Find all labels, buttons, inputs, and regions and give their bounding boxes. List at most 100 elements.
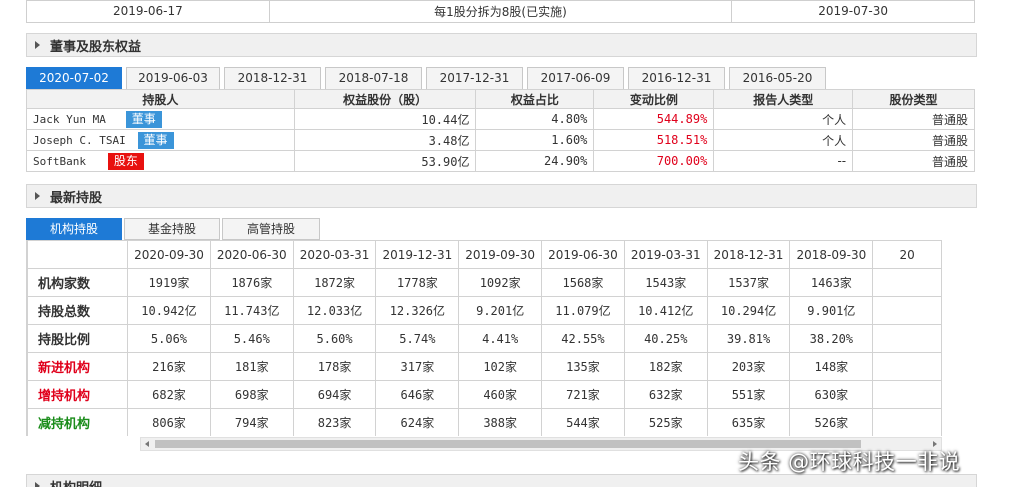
cell-value: 11.079亿 bbox=[541, 296, 625, 325]
col-header-date: 2019-12-31 bbox=[375, 240, 460, 269]
tab-date-3[interactable]: 2018-07-18 bbox=[325, 67, 422, 89]
split-end-date: 2019-07-30 bbox=[731, 0, 975, 23]
col-header: 权益占比 bbox=[475, 89, 595, 109]
cell-value: 12.033亿 bbox=[292, 296, 377, 325]
tab-date-2[interactable]: 2018-12-31 bbox=[224, 67, 321, 89]
cell-value: 40.25% bbox=[623, 324, 708, 353]
watermark: 头条 @环球科技一非说 bbox=[738, 450, 961, 474]
cell-value: 203家 bbox=[706, 352, 791, 381]
col-header-date: 2019-06-30 bbox=[541, 240, 625, 269]
shares-value: 3.48亿 bbox=[293, 129, 477, 151]
cell-value: 181家 bbox=[209, 352, 294, 381]
cell-value: 12.326亿 bbox=[375, 296, 460, 325]
split-detail: 每1股分拆为8股(已实施) bbox=[268, 0, 733, 23]
holder-cell: Joseph C. TSAI 董事 bbox=[26, 129, 295, 151]
cell-value: 135家 bbox=[541, 352, 625, 381]
col-header: 权益股份（股） bbox=[293, 89, 477, 109]
cell-value: 460家 bbox=[458, 380, 543, 409]
row-label: 持股比例 bbox=[27, 324, 129, 353]
table-row: 持股总数 10.942亿 11.743亿 12.033亿 12.326亿 9.201亿 11… bbox=[27, 296, 942, 325]
tab-date-7[interactable]: 2016-05-20 bbox=[729, 67, 826, 89]
cell-value: 317家 bbox=[375, 352, 460, 381]
table-row: 新进机构 216家 181家 178家 317家 102家 135家 182家 203家 148家 bbox=[27, 352, 942, 381]
split-date: 2019-06-17 bbox=[26, 0, 270, 23]
section-title: 最新持股 bbox=[50, 190, 103, 206]
col-header-date: 2020-09-30 bbox=[127, 240, 211, 269]
cell-value bbox=[872, 296, 942, 325]
tab-date-4[interactable]: 2017-12-31 bbox=[426, 67, 523, 89]
tab-date-6[interactable]: 2016-12-31 bbox=[628, 67, 725, 89]
cell-value: 823家 bbox=[292, 408, 377, 436]
cell-value: 526家 bbox=[789, 408, 874, 436]
holder-cell: SoftBank 股东 bbox=[26, 150, 295, 172]
role-badge: 董事 bbox=[125, 110, 162, 128]
row-label: 增持机构 bbox=[27, 380, 129, 409]
cell-value: 102家 bbox=[458, 352, 543, 381]
cell-value bbox=[872, 324, 942, 353]
cell-value: 1872家 bbox=[292, 268, 377, 297]
cell-value: 551家 bbox=[706, 380, 791, 409]
cell-value: 42.55% bbox=[541, 324, 625, 353]
cell-value bbox=[872, 380, 942, 409]
cell-value: 1919家 bbox=[127, 268, 211, 297]
cell-value: 216家 bbox=[127, 352, 211, 381]
row-label: 持股总数 bbox=[27, 296, 129, 325]
table-row: 增持机构 682家 698家 694家 646家 460家 721家 632家 551家 630家 bbox=[27, 380, 942, 409]
tab-date-0[interactable]: 2020-07-02 bbox=[26, 67, 122, 89]
reporter-type: -- bbox=[713, 150, 854, 172]
directors-section-header[interactable]: 董事及股东权益 bbox=[26, 33, 977, 57]
col-header: 股份类型 bbox=[852, 89, 975, 109]
cell-value: 178家 bbox=[292, 352, 377, 381]
table-row: 2019-06-17 每1股分拆为8股(已实施) 2019-07-30 bbox=[26, 0, 975, 23]
cell-value: 721家 bbox=[541, 380, 625, 409]
cell-value: 10.412亿 bbox=[623, 296, 708, 325]
tab-date-5[interactable]: 2017-06-09 bbox=[527, 67, 624, 89]
scroll-left-icon[interactable] bbox=[145, 441, 149, 447]
tab-institution-holding[interactable]: 机构持股 bbox=[26, 218, 122, 240]
holder-name[interactable]: Jack Yun MA bbox=[33, 113, 106, 126]
cell-value: 694家 bbox=[292, 380, 377, 409]
holder-name[interactable]: Joseph C. TSAI bbox=[33, 134, 126, 147]
cell-value: 1876家 bbox=[209, 268, 294, 297]
tab-fund-holding[interactable]: 基金持股 bbox=[124, 218, 220, 240]
cell-value: 11.743亿 bbox=[209, 296, 294, 325]
cell-value: 10.942亿 bbox=[127, 296, 211, 325]
col-header-date: 2019-03-31 bbox=[623, 240, 708, 269]
ratio-value: 24.90% bbox=[475, 150, 595, 172]
section-title: 董事及股东权益 bbox=[50, 39, 142, 55]
cell-value: 1463家 bbox=[789, 268, 874, 297]
col-header-date: 2020-06-30 bbox=[209, 240, 294, 269]
change-value: 700.00% bbox=[593, 150, 715, 172]
table-row: Jack Yun MA 董事 10.44亿 4.80% 544.89% 个人 普… bbox=[26, 108, 975, 130]
holder-name[interactable]: SoftBank bbox=[33, 155, 86, 168]
caret-right-icon bbox=[35, 41, 40, 49]
caret-right-icon bbox=[35, 482, 40, 487]
cell-value bbox=[872, 268, 942, 297]
table-row: 机构家数 1919家 1876家 1872家 1778家 1092家 1568家 1543家 1… bbox=[27, 268, 942, 297]
cell-value: 1778家 bbox=[375, 268, 460, 297]
cell-value: 635家 bbox=[706, 408, 791, 436]
shares-value: 10.44亿 bbox=[293, 108, 477, 130]
cell-value: 10.294亿 bbox=[706, 296, 791, 325]
cell-value: 39.81% bbox=[706, 324, 791, 353]
row-label: 机构家数 bbox=[27, 268, 129, 297]
table-row: SoftBank 股东 53.90亿 24.90% 700.00% -- 普通股 bbox=[26, 150, 975, 172]
share-type: 普通股 bbox=[852, 129, 975, 151]
col-header: 变动比例 bbox=[593, 89, 715, 109]
holdings-section-header[interactable]: 最新持股 bbox=[26, 184, 977, 208]
table-row: 减持机构 806家 794家 823家 624家 388家 544家 525家 635家 526家 bbox=[27, 408, 942, 436]
cell-value: 624家 bbox=[375, 408, 460, 436]
role-badge: 股东 bbox=[107, 152, 144, 170]
reporter-type: 个人 bbox=[713, 129, 854, 151]
cell-value: 388家 bbox=[458, 408, 543, 436]
role-badge: 董事 bbox=[137, 131, 174, 149]
row-label: 减持机构 bbox=[27, 408, 129, 436]
date-tabs: 2020-07-02 2019-06-03 2018-12-31 2018-07… bbox=[26, 67, 830, 89]
cell-value: 630家 bbox=[789, 380, 874, 409]
tab-executive-holding[interactable]: 高管持股 bbox=[222, 218, 320, 240]
cell-value: 38.20% bbox=[789, 324, 874, 353]
share-type: 普通股 bbox=[852, 108, 975, 130]
caret-right-icon bbox=[35, 192, 40, 200]
cell-value: 5.60% bbox=[292, 324, 377, 353]
tab-date-1[interactable]: 2019-06-03 bbox=[126, 67, 220, 89]
